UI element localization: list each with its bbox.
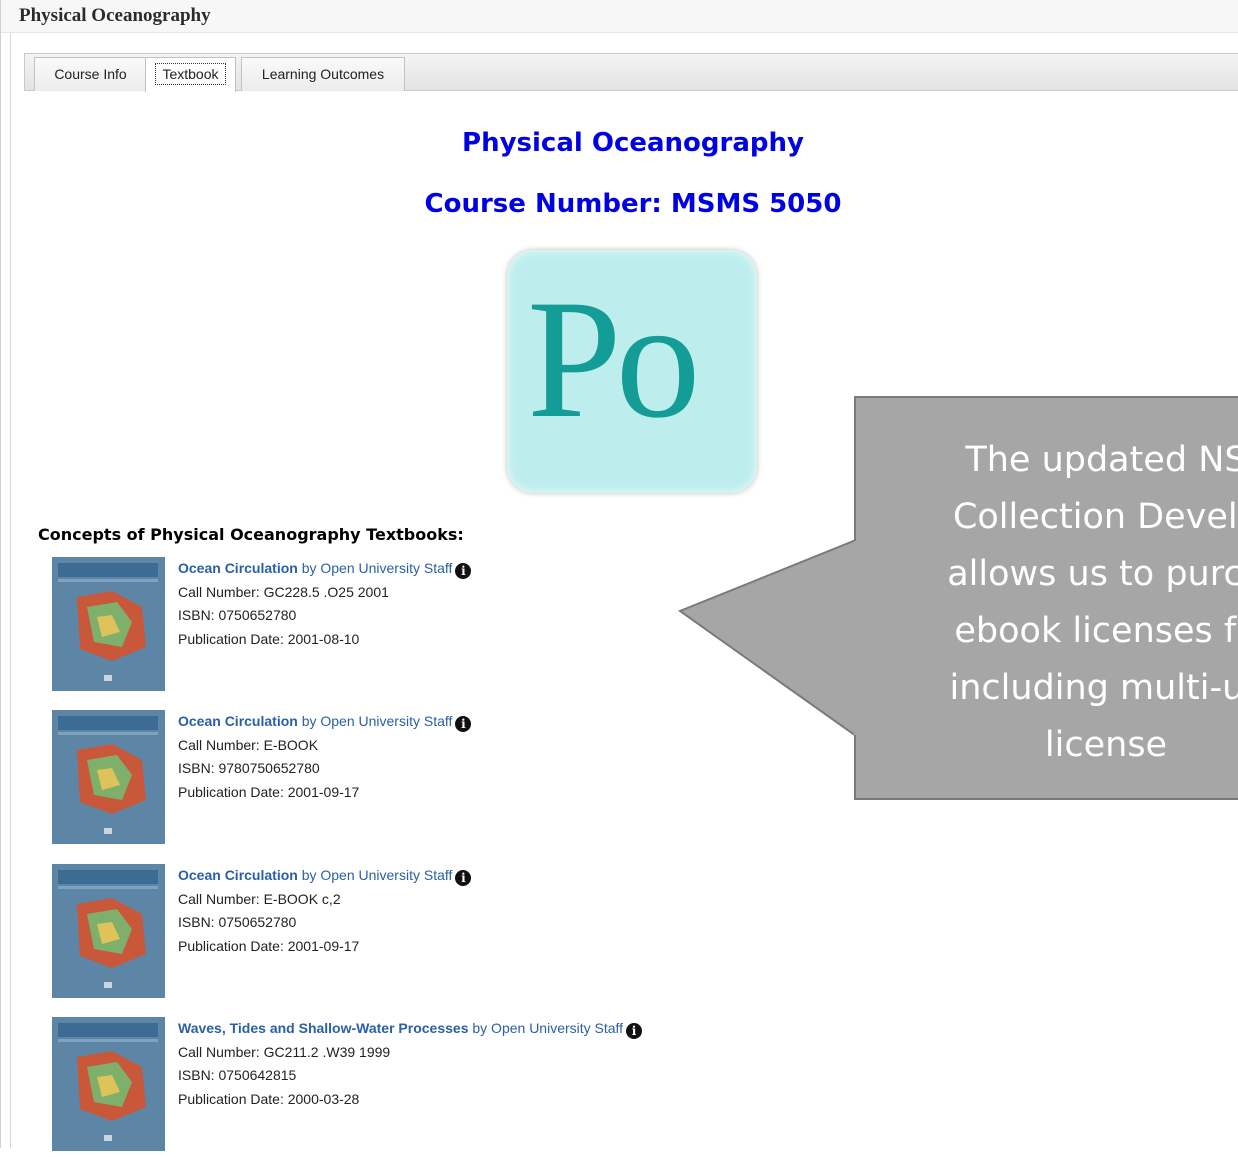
callout-box: The updated NS Collection Develo allows … bbox=[854, 396, 1238, 800]
callout-text: The updated NS Collection Develo allows … bbox=[947, 440, 1238, 765]
